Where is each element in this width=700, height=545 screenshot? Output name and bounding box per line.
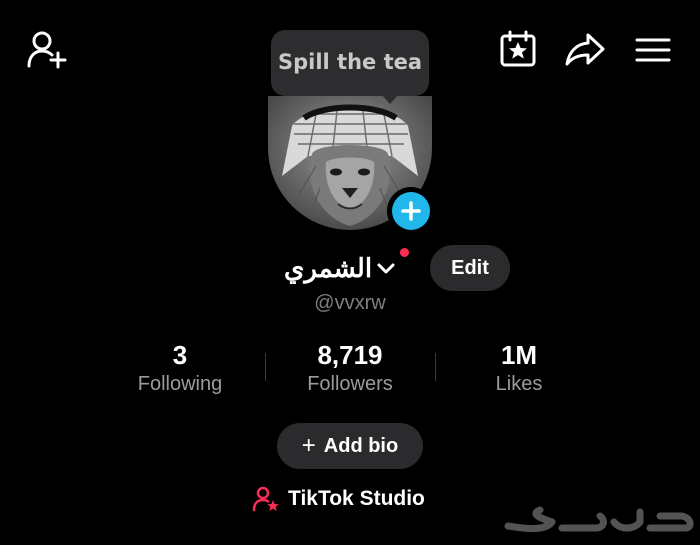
stat-followers[interactable]: 8,719 Followers bbox=[294, 340, 406, 398]
followers-label: Followers bbox=[307, 373, 393, 395]
creator-star-icon bbox=[252, 486, 279, 512]
following-label: Following bbox=[137, 373, 223, 395]
haraj-watermark-logo bbox=[500, 500, 696, 540]
add-avatar-button[interactable] bbox=[387, 187, 435, 235]
person-plus-icon bbox=[27, 31, 67, 69]
stats-divider bbox=[265, 353, 266, 381]
stats-divider bbox=[435, 353, 436, 381]
calendar-star-icon bbox=[500, 30, 536, 67]
spill-the-tea-tooltip: Spill the tea bbox=[271, 30, 429, 96]
add-bio-label: Add bio bbox=[323, 434, 399, 457]
share-arrow-icon bbox=[565, 33, 605, 66]
plus-icon: + bbox=[301, 432, 316, 459]
chevron-down-icon bbox=[376, 262, 396, 276]
edit-profile-button[interactable]: Edit bbox=[430, 245, 510, 291]
profile-name-switcher[interactable]: الشمري bbox=[284, 246, 396, 292]
add-friend-button[interactable] bbox=[24, 28, 70, 70]
followers-count: 8,719 bbox=[317, 340, 383, 370]
likes-count: 1M bbox=[500, 340, 538, 370]
likes-label: Likes bbox=[495, 373, 543, 395]
stat-likes[interactable]: 1M Likes bbox=[476, 340, 562, 398]
calendar-button[interactable] bbox=[498, 30, 538, 68]
username: @vvxrw bbox=[314, 292, 386, 314]
notification-dot bbox=[400, 248, 409, 257]
share-button[interactable] bbox=[563, 30, 607, 68]
menu-button[interactable] bbox=[633, 34, 673, 66]
stat-following[interactable]: 3 Following bbox=[130, 340, 230, 398]
add-bio-button[interactable]: + Add bio bbox=[277, 423, 423, 469]
following-count: 3 bbox=[172, 340, 188, 370]
tiktok-studio-link[interactable]: TikTok Studio bbox=[252, 482, 425, 516]
display-name: الشمري bbox=[284, 254, 373, 284]
tiktok-studio-label: TikTok Studio bbox=[288, 487, 425, 510]
hamburger-menu-icon bbox=[635, 38, 671, 62]
tooltip-arrow bbox=[381, 94, 399, 104]
plus-icon bbox=[401, 201, 421, 221]
